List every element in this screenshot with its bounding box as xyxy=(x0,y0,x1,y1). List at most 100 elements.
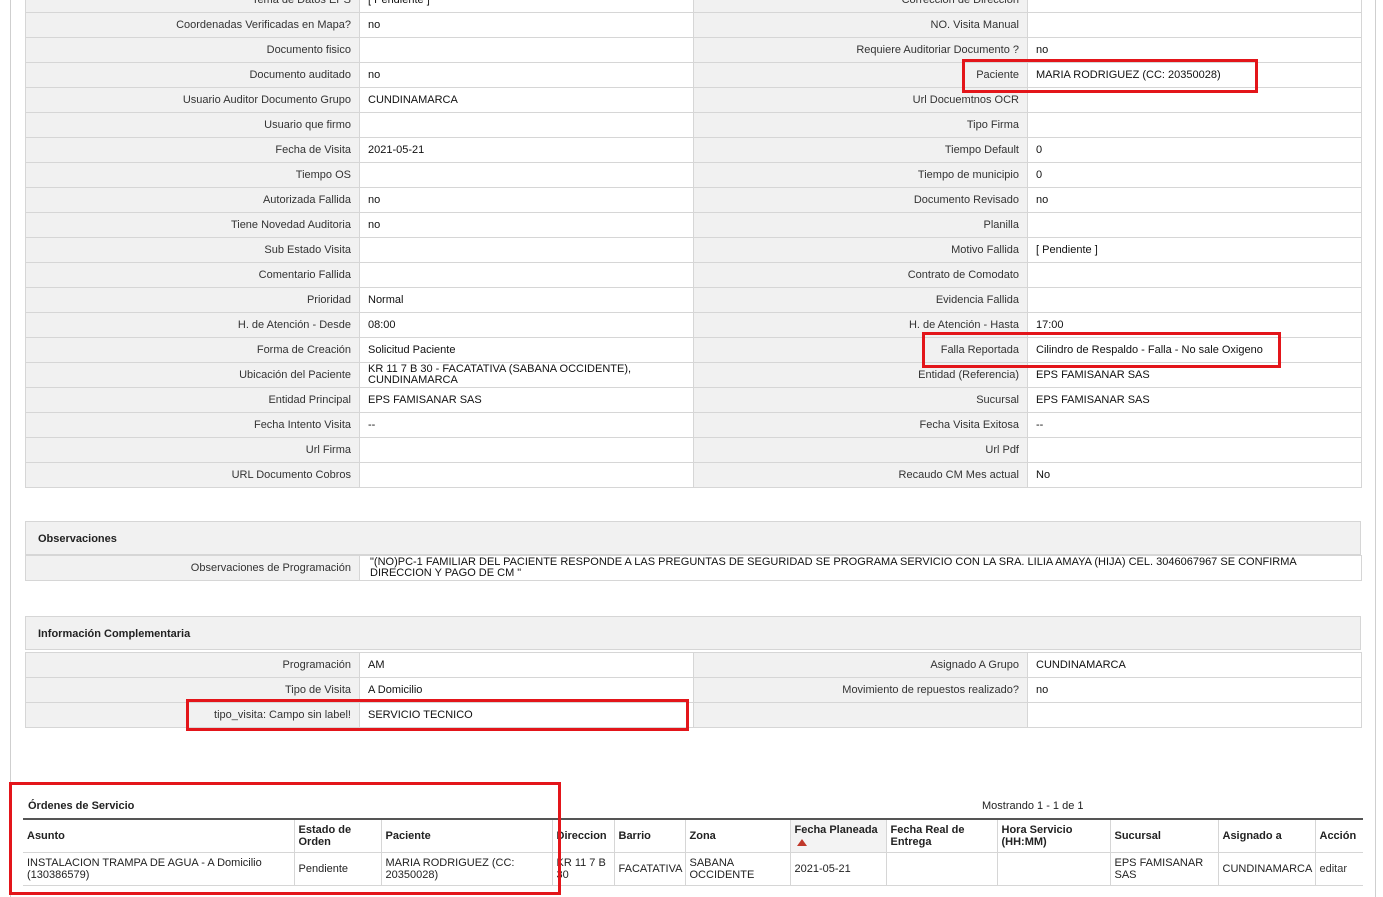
col-hora-servicio[interactable]: Hora Servicio (HH:MM) xyxy=(996,818,1110,853)
field-label: Tema de Datos EPS xyxy=(25,0,360,13)
observaciones-table: Observaciones de Programación "(NO)PC-1 … xyxy=(25,555,1362,581)
col-barrio[interactable]: Barrio xyxy=(613,818,685,853)
field-value: no xyxy=(1027,677,1362,703)
field-value xyxy=(1027,87,1362,113)
info-complementaria-header: Información Complementaria xyxy=(25,616,1361,650)
detail-row: Programación AM Asignado A Grupo CUNDINAMAR… xyxy=(25,652,1362,678)
field-label: Motivo Fallida xyxy=(693,237,1028,263)
field-value xyxy=(1027,12,1362,38)
observaciones-label: Observaciones de Programación xyxy=(25,555,360,581)
detail-row: Ubicación del Paciente KR 11 7 B 30 - FAC… xyxy=(25,362,1362,388)
order-fecha-real xyxy=(885,852,997,886)
field-label: Contrato de Comodato xyxy=(693,262,1028,288)
order-zona: SABANA OCCIDENTE xyxy=(684,852,790,886)
observaciones-value: "(NO)PC-1 FAMILIAR DEL PACIENTE RESPONDE… xyxy=(359,555,1362,581)
col-asunto[interactable]: Asunto xyxy=(23,818,294,853)
field-label: URL Documento Cobros xyxy=(25,462,360,488)
field-value: Normal xyxy=(359,287,694,313)
col-fecha-real[interactable]: Fecha Real de Entrega xyxy=(885,818,997,853)
col-fecha-planeada[interactable]: Fecha Planeada xyxy=(789,818,886,853)
field-value: EPS FAMISANAR SAS xyxy=(1027,387,1362,413)
order-direccion: KR 11 7 B 30 xyxy=(551,852,614,886)
ordenes-servicio-table: Asunto Estado de Orden Paciente Direccio… xyxy=(23,818,1363,886)
field-label: Asignado A Grupo xyxy=(693,652,1028,678)
field-value xyxy=(1027,0,1362,13)
field-label: Usuario Auditor Documento Grupo xyxy=(25,87,360,113)
detail-row: Tipo de Visita A Domicilio Movimiento de r… xyxy=(25,677,1362,703)
field-value xyxy=(1027,702,1362,728)
info-complementaria-table: Programación AM Asignado A Grupo CUNDINAMAR… xyxy=(25,652,1362,728)
field-label: Documento fisico xyxy=(25,37,360,63)
detail-row: URL Documento Cobros Recaudo CM Mes actua… xyxy=(25,462,1362,488)
detail-row: Fecha de Visita 2021-05-21 Tiempo Default 0 xyxy=(25,137,1362,163)
field-label: H. de Atención - Hasta xyxy=(693,312,1028,338)
field-value: [ Pendiente ] xyxy=(359,0,694,13)
field-label: Prioridad xyxy=(25,287,360,313)
detail-row: Tiene Novedad Auditoria no Planilla xyxy=(25,212,1362,238)
field-value: Cilindro de Respaldo - Falla - No sale O… xyxy=(1027,337,1362,363)
field-label: Fecha de Visita xyxy=(25,137,360,163)
field-label: Programación xyxy=(25,652,360,678)
field-value: No xyxy=(1027,462,1362,488)
field-value: AM xyxy=(359,652,694,678)
field-value xyxy=(1027,287,1362,313)
field-label: Requiere Auditoriar Documento ? xyxy=(693,37,1028,63)
detail-row: Usuario que firmo Tipo Firma xyxy=(25,112,1362,138)
table-row: INSTALACION TRAMPA DE AGUA - A Domicilio… xyxy=(23,852,1363,886)
field-value: no xyxy=(359,212,694,238)
detail-row: Autorizada Fallida no Documento Revisado no xyxy=(25,187,1362,213)
field-label: Tiempo de municipio xyxy=(693,162,1028,188)
order-fecha-planeada: 2021-05-21 xyxy=(789,852,886,886)
field-label: Evidencia Fallida xyxy=(693,287,1028,313)
field-value: SERVICIO TECNICO xyxy=(359,702,694,728)
field-value: CUNDINAMARCA xyxy=(359,87,694,113)
field-value: KR 11 7 B 30 - FACATATIVA (SABANA OCCIDE… xyxy=(359,362,694,388)
field-label: Tiempo Default xyxy=(693,137,1028,163)
editar-link[interactable]: editar xyxy=(1320,863,1348,875)
field-value xyxy=(1027,262,1362,288)
field-label: Comentario Fallida xyxy=(25,262,360,288)
field-label: Tiene Novedad Auditoria xyxy=(25,212,360,238)
detail-row: Forma de Creación Solicitud Paciente Falla… xyxy=(25,337,1362,363)
field-label: Fecha Visita Exitosa xyxy=(693,412,1028,438)
order-hora xyxy=(996,852,1110,886)
col-sucursal[interactable]: Sucursal xyxy=(1109,818,1218,853)
field-value: no xyxy=(1027,187,1362,213)
detail-row: tipo_visita: Campo sin label! SERVICIO TE… xyxy=(25,702,1362,728)
field-label: Entidad (Referencia) xyxy=(693,362,1028,388)
detail-row: Tema de Datos EPS[ Pendiente ]Corrección… xyxy=(25,0,1362,13)
field-value: 17:00 xyxy=(1027,312,1362,338)
detail-row: Tiempo OS Tiempo de municipio 0 xyxy=(25,162,1362,188)
order-sucursal: EPS FAMISANAR SAS xyxy=(1109,852,1218,886)
field-label: Entidad Principal xyxy=(25,387,360,413)
col-zona[interactable]: Zona xyxy=(684,818,790,853)
field-label: Recaudo CM Mes actual xyxy=(693,462,1028,488)
ordenes-servicio-title: Órdenes de Servicio xyxy=(28,800,135,812)
field-label: Coordenadas Verificadas en Mapa? xyxy=(25,12,360,38)
col-estado[interactable]: Estado de Orden xyxy=(293,818,381,853)
col-asignado[interactable]: Asignado a xyxy=(1217,818,1315,853)
field-value: CUNDINAMARCA xyxy=(1027,652,1362,678)
field-label: Fecha Intento Visita xyxy=(25,412,360,438)
detail-row: Fecha Intento Visita -- Fecha Visita Exito… xyxy=(25,412,1362,438)
field-value: no xyxy=(359,12,694,38)
field-value: 0 xyxy=(1027,162,1362,188)
order-estado: Pendiente xyxy=(293,852,381,886)
field-label: Url Docuemtnos OCR xyxy=(693,87,1028,113)
col-direccion[interactable]: Direccion xyxy=(551,818,614,853)
field-label: Tipo de Visita xyxy=(25,677,360,703)
order-barrio: FACATATIVA xyxy=(613,852,685,886)
field-label xyxy=(693,702,1028,728)
sort-asc-icon xyxy=(796,838,807,846)
detail-row: Coordenadas Verificadas en Mapa? no NO. Vi… xyxy=(25,12,1362,38)
field-label: Movimiento de repuestos realizado? xyxy=(693,677,1028,703)
field-value xyxy=(359,162,694,188)
detail-row: Comentario Fallida Contrato de Comodato xyxy=(25,262,1362,288)
order-paciente: MARIA RODRIGUEZ (CC: 20350028) xyxy=(380,852,552,886)
field-label: Sucursal xyxy=(693,387,1028,413)
field-value xyxy=(359,437,694,463)
right-scroll-border xyxy=(1375,0,1376,897)
col-paciente[interactable]: Paciente xyxy=(380,818,552,853)
field-value: 08:00 xyxy=(359,312,694,338)
detail-row: Prioridad Normal Evidencia Fallida xyxy=(25,287,1362,313)
